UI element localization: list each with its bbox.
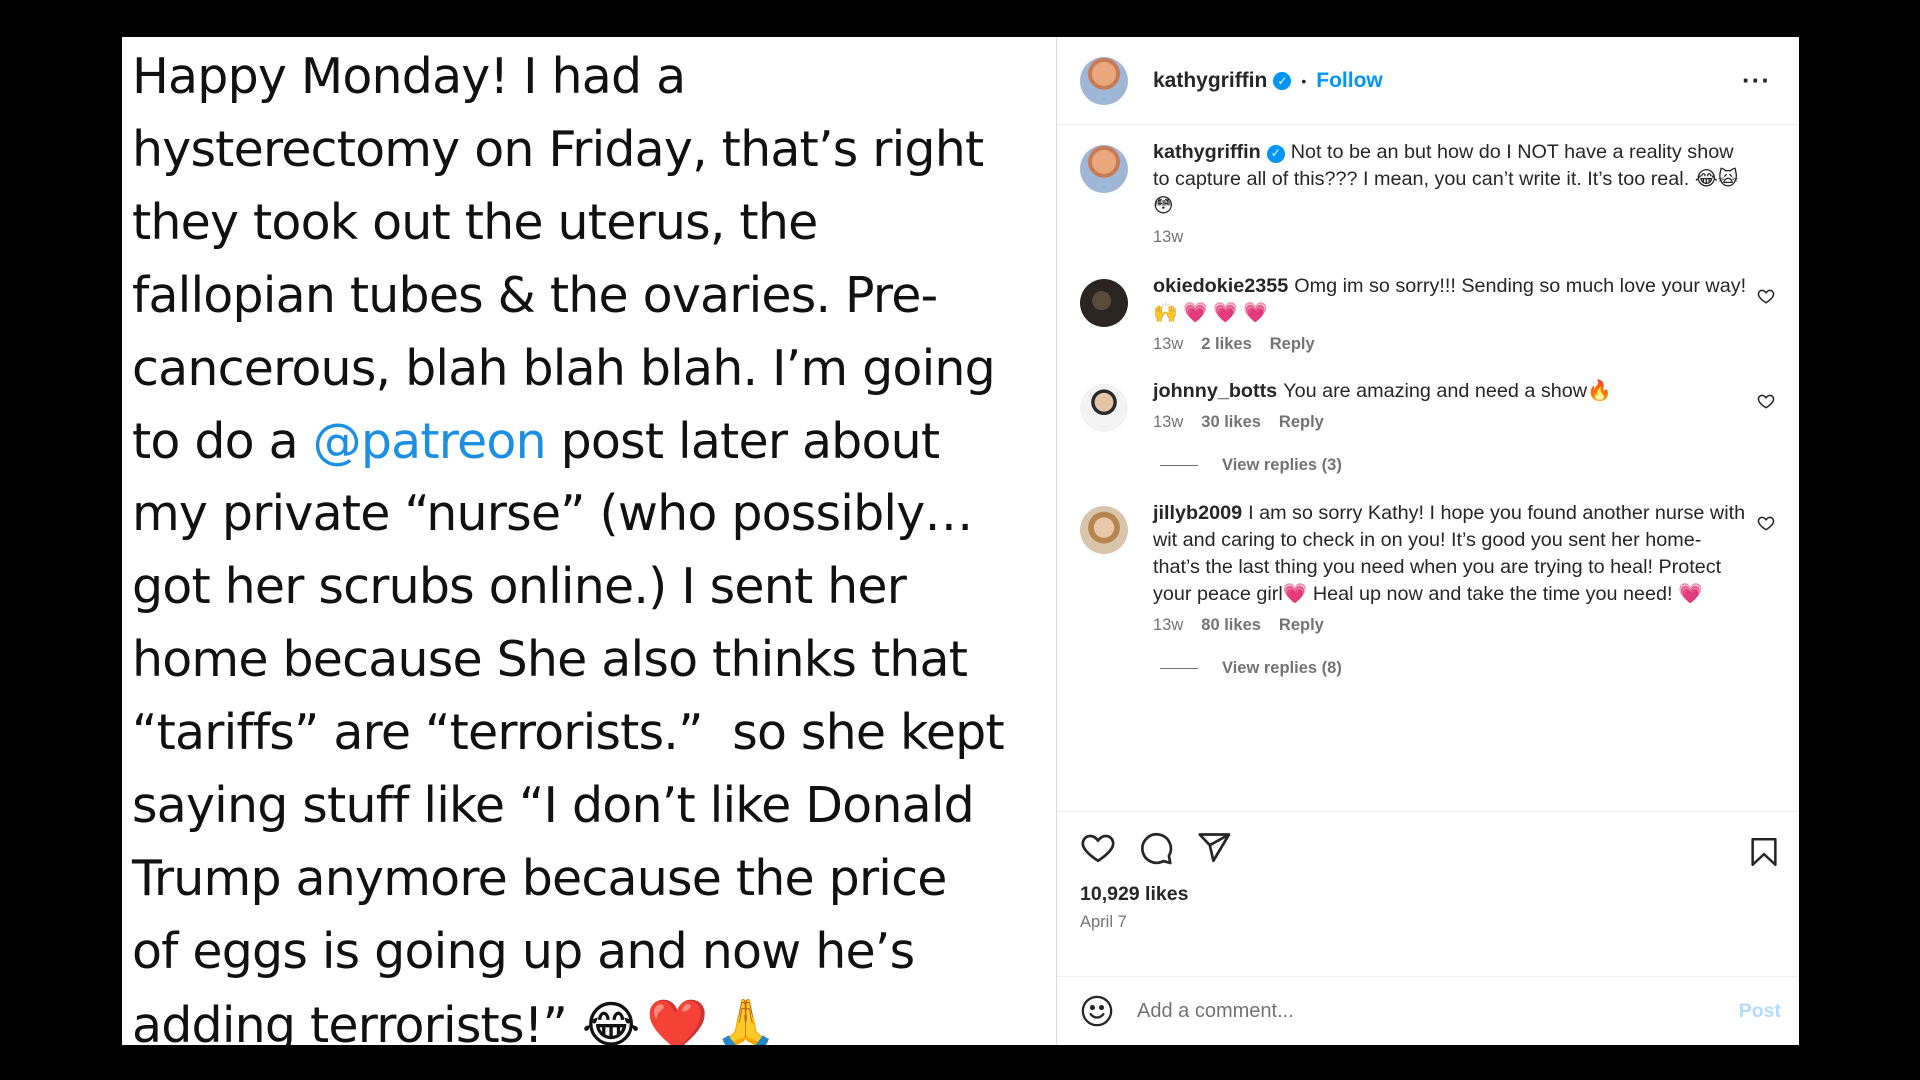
caption: kathygriffin ✓ Not to be an but how do I N… xyxy=(1080,139,1781,247)
view-replies-button[interactable]: View replies (3) xyxy=(1160,456,1781,475)
comment-likes[interactable]: 2 likes xyxy=(1201,335,1251,354)
comment-body: okiedokie2355 Omg im so sorry!!! Sending … xyxy=(1153,273,1753,354)
comment-username[interactable]: jillyb2009 xyxy=(1153,502,1242,524)
caption-text: kathygriffin ✓ Not to be an but how do I N… xyxy=(1153,139,1753,220)
action-row xyxy=(1080,830,1779,866)
divider xyxy=(1160,668,1198,669)
comment-content: okiedokie2355 Omg im so sorry!!! Sending … xyxy=(1153,273,1753,327)
comment-time: 13w xyxy=(1153,228,1184,246)
avatar[interactable] xyxy=(1080,145,1128,193)
comment-time: 13w xyxy=(1153,616,1184,634)
comment-input[interactable] xyxy=(1135,998,1739,1024)
divider xyxy=(1160,465,1198,466)
add-comment-bar: Post xyxy=(1057,976,1799,1045)
comment-meta: 13w 2 likes Reply xyxy=(1153,335,1753,354)
comment-likes[interactable]: 30 likes xyxy=(1201,413,1261,432)
heart-icon[interactable] xyxy=(1080,830,1116,866)
verified-badge-icon: ✓ xyxy=(1273,71,1292,90)
likes-count[interactable]: 10,929 likes xyxy=(1080,883,1779,906)
comment-heart-icon[interactable] xyxy=(1757,287,1775,305)
avatar[interactable] xyxy=(1080,506,1128,554)
comment-content: jillyb2009 I am so sorry Kathy! I hope yo… xyxy=(1153,500,1753,608)
comment-heart-icon[interactable] xyxy=(1757,514,1775,532)
instagram-post: Happy Monday! I had a hysterectomy on Fr… xyxy=(122,37,1799,1045)
comment-time: 13w xyxy=(1153,335,1184,353)
comment-heart-icon[interactable] xyxy=(1757,392,1775,410)
comment-time: 13w xyxy=(1153,413,1184,431)
post-date[interactable]: April 7 xyxy=(1080,913,1779,932)
comment-text: You are amazing and need a show🔥 xyxy=(1283,380,1612,402)
comment-username[interactable]: okiedokie2355 xyxy=(1153,275,1288,297)
post-header: kathygriffin ✓ • Follow ··· xyxy=(1057,37,1799,125)
comment-meta: 13w 80 likes Reply xyxy=(1153,616,1753,635)
comment-meta: 13w xyxy=(1153,228,1753,247)
image-text-part: post later about my private “nurse” (who… xyxy=(132,412,1005,1045)
image-text-emojis: 😂❤️🙏 xyxy=(581,995,783,1045)
comment-body: johnny_botts You are amazing and need a s… xyxy=(1153,378,1753,432)
share-icon[interactable] xyxy=(1196,830,1232,866)
comment-likes[interactable]: 80 likes xyxy=(1201,616,1261,635)
image-text-mention: @patreon xyxy=(312,412,547,470)
caption-body: kathygriffin ✓ Not to be an but how do I N… xyxy=(1153,139,1753,247)
post-image-text: Happy Monday! I had a hysterectomy on Fr… xyxy=(132,41,1047,1045)
comment-content: johnny_botts You are amazing and need a s… xyxy=(1153,378,1753,405)
verified-badge-icon: ✓ xyxy=(1266,144,1285,163)
reply-button[interactable]: Reply xyxy=(1279,413,1324,432)
emoji-icon[interactable] xyxy=(1080,994,1114,1028)
comment-meta: 13w 30 likes Reply xyxy=(1153,413,1753,432)
comment-item: johnny_botts You are amazing and need a s… xyxy=(1080,378,1781,432)
reply-button[interactable]: Reply xyxy=(1270,335,1315,354)
comment-body: jillyb2009 I am so sorry Kathy! I hope yo… xyxy=(1153,500,1753,635)
avatar[interactable] xyxy=(1080,56,1128,105)
avatar[interactable] xyxy=(1080,279,1128,327)
post-comment-button[interactable]: Post xyxy=(1739,1000,1781,1023)
comment-item: okiedokie2355 Omg im so sorry!!! Sending … xyxy=(1080,273,1781,354)
post-image[interactable]: Happy Monday! I had a hysterectomy on Fr… xyxy=(122,37,1057,1045)
comments-list[interactable]: kathygriffin ✓ Not to be an but how do I N… xyxy=(1057,125,1799,811)
post-actions: 10,929 likes April 7 xyxy=(1057,811,1799,976)
bookmark-icon[interactable] xyxy=(1747,834,1781,870)
view-replies-button[interactable]: View replies (8) xyxy=(1160,659,1781,678)
image-text-part: Happy Monday! I had a hysterectomy on Fr… xyxy=(132,48,996,470)
follow-button[interactable]: Follow xyxy=(1316,69,1383,93)
avatar[interactable] xyxy=(1080,384,1128,432)
post-sidebar: kathygriffin ✓ • Follow ··· kathygriffin… xyxy=(1057,37,1799,1045)
reply-button[interactable]: Reply xyxy=(1279,616,1324,635)
view-replies-label: View replies (8) xyxy=(1222,659,1342,677)
comment-username[interactable]: johnny_botts xyxy=(1153,380,1277,402)
comment-icon[interactable] xyxy=(1138,830,1174,866)
comment-username[interactable]: kathygriffin xyxy=(1153,141,1261,163)
author-username[interactable]: kathygriffin xyxy=(1153,69,1267,93)
more-options-icon[interactable]: ··· xyxy=(1742,65,1771,96)
view-replies-label: View replies (3) xyxy=(1222,456,1342,474)
separator-dot: • xyxy=(1301,72,1307,89)
comment-item: jillyb2009 I am so sorry Kathy! I hope yo… xyxy=(1080,500,1781,635)
